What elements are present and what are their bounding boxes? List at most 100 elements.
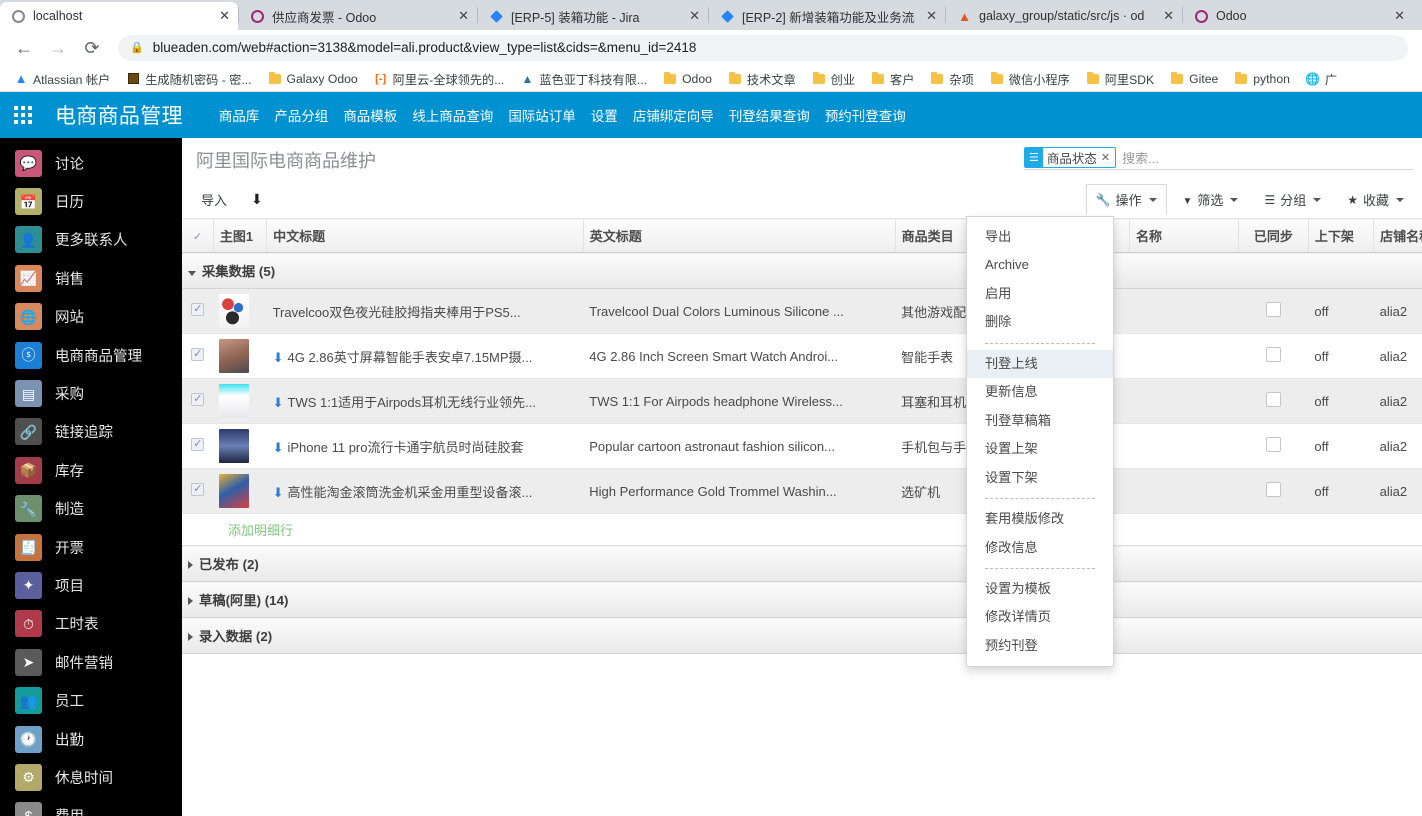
close-icon[interactable]: ✕ bbox=[1390, 9, 1405, 24]
bookmark-item[interactable]: 🌐 广 bbox=[1300, 68, 1343, 90]
bookmark-item[interactable]: Gitee bbox=[1164, 70, 1224, 88]
sidebar-item-timeoff[interactable]: ⚙ 休息时间 bbox=[0, 758, 182, 796]
download-icon[interactable]: ⬇ bbox=[273, 485, 284, 500]
sidebar-item-contacts[interactable]: 👤 更多联系人 bbox=[0, 221, 182, 259]
action-menu-item[interactable]: 预约刊登 bbox=[967, 632, 1113, 660]
search-view[interactable]: ☰ 商品状态 ✕ 搜索... bbox=[1024, 145, 1414, 170]
browser-tab[interactable]: 供应商发票 - Odoo ✕ bbox=[239, 2, 477, 30]
apps-grid-icon[interactable] bbox=[14, 106, 32, 124]
sidebar-item-invoicing[interactable]: 🧾 开票 bbox=[0, 528, 182, 566]
column-header[interactable]: 主图1 bbox=[213, 218, 268, 253]
download-icon[interactable]: ⬇ bbox=[273, 440, 284, 455]
table-row[interactable]: ⬇高性能淘金滚筒洗金机采金用重型设备滚... High Performance G… bbox=[182, 468, 1422, 514]
bookmark-item[interactable]: 杂项 bbox=[924, 68, 979, 90]
table-row[interactable]: ⬇4G 2.86英寸屏幕智能手表安卓7.15MP摄... 4G 2.86 Inch… bbox=[182, 333, 1422, 379]
action-menu-item[interactable]: 修改详情页 bbox=[967, 603, 1113, 631]
reload-button[interactable]: ⟳ bbox=[82, 39, 102, 57]
sidebar-item-link-tracker[interactable]: 🔗 链接追踪 bbox=[0, 413, 182, 451]
control-button-filter[interactable]: ▼ 筛选 bbox=[1173, 184, 1249, 215]
sidebar-item-project[interactable]: ✦ 项目 bbox=[0, 566, 182, 604]
synced-cell[interactable] bbox=[1238, 423, 1309, 469]
bookmark-item[interactable]: 客户 bbox=[865, 68, 920, 90]
column-header[interactable]: 上下架 bbox=[1308, 218, 1375, 253]
browser-tab[interactable]: [ERP-2] 新增装箱功能及业务流程 ✕ bbox=[709, 2, 945, 30]
sidebar-item-purchase[interactable]: ▤ 采购 bbox=[0, 374, 182, 412]
column-header[interactable]: 英文标题 bbox=[583, 218, 896, 253]
control-button-groupby[interactable]: ☰ 分组 bbox=[1254, 184, 1331, 215]
action-menu-item[interactable]: 删除 bbox=[967, 308, 1113, 336]
browser-tab[interactable]: Odoo ✕ bbox=[1183, 2, 1413, 30]
sidebar-item-website[interactable]: 🌐 网站 bbox=[0, 298, 182, 336]
navbar-menu-item[interactable]: 线上商品查询 bbox=[412, 105, 493, 125]
column-header[interactable]: 中文标题 bbox=[266, 218, 584, 253]
action-menu-item[interactable]: 设置上架 bbox=[967, 435, 1113, 463]
action-menu-item[interactable]: 设置为模板 bbox=[967, 575, 1113, 603]
action-menu-item[interactable]: 设置下架 bbox=[967, 464, 1113, 492]
row-checkbox[interactable] bbox=[191, 482, 205, 496]
download-icon[interactable]: ⬇ bbox=[251, 191, 263, 208]
browser-tab[interactable]: ▲ galaxy_group/static/src/js · od ✕ bbox=[946, 2, 1182, 30]
column-header[interactable]: 名称 bbox=[1129, 218, 1239, 253]
row-checkbox-cell[interactable] bbox=[182, 468, 214, 514]
browser-tab[interactable]: [ERP-5] 装箱功能 - Jira ✕ bbox=[478, 2, 708, 30]
synced-checkbox[interactable] bbox=[1265, 302, 1281, 317]
control-button-star[interactable]: ★ 收藏 bbox=[1337, 184, 1414, 215]
bookmark-item[interactable]: ▲ 蓝色亚丁科技有限... bbox=[514, 68, 653, 90]
table-row[interactable]: ⬇TWS 1:1适用于Airpods耳机无线行业领先... TWS 1:1 For… bbox=[182, 378, 1422, 424]
bookmark-item[interactable]: 微信小程序 bbox=[984, 68, 1076, 90]
sidebar-item-ecommerce[interactable]: ⓢ 电商商品管理 bbox=[0, 336, 182, 374]
group-row[interactable]: 草稿(阿里) (14) bbox=[182, 581, 1422, 618]
table-row[interactable]: Travelcoo双色夜光硅胶拇指夹棒用于PS5... Travelcool Du… bbox=[182, 288, 1422, 334]
back-button[interactable]: ← bbox=[14, 39, 34, 57]
sidebar-item-manufacturing[interactable]: 🔧 制造 bbox=[0, 490, 182, 528]
sidebar-item-timesheet[interactable]: ⏱ 工时表 bbox=[0, 605, 182, 643]
control-button-wrench[interactable]: 🔧 操作 bbox=[1085, 184, 1167, 215]
close-icon[interactable]: ✕ bbox=[215, 9, 230, 24]
synced-checkbox[interactable] bbox=[1265, 482, 1281, 497]
synced-checkbox[interactable] bbox=[1265, 392, 1281, 407]
bookmark-item[interactable]: 生成随机密码 - 密... bbox=[120, 68, 257, 90]
sidebar-item-sales[interactable]: 📈 销售 bbox=[0, 259, 182, 297]
select-all-header[interactable]: ✓ bbox=[182, 218, 214, 253]
forward-button[interactable]: → bbox=[48, 39, 68, 57]
synced-cell[interactable] bbox=[1238, 333, 1309, 379]
action-menu-item[interactable]: 修改信息 bbox=[967, 534, 1113, 562]
url-bar[interactable]: 🔒 blueaden.com/web#action=3138&model=ali… bbox=[118, 34, 1408, 61]
navbar-menu-item[interactable]: 国际站订单 bbox=[508, 105, 576, 125]
row-checkbox-cell[interactable] bbox=[182, 378, 214, 424]
action-menu-item[interactable]: 刊登上线 bbox=[967, 349, 1113, 379]
sidebar-item-email-marketing[interactable]: ➤ 邮件营销 bbox=[0, 643, 182, 681]
close-icon[interactable]: ✕ bbox=[922, 9, 937, 24]
download-icon[interactable]: ⬇ bbox=[273, 395, 284, 410]
bookmark-item[interactable]: [-] 阿里云-全球领先的... bbox=[368, 68, 511, 90]
navbar-menu-item[interactable]: 商品库 bbox=[219, 105, 260, 125]
navbar-menu-item[interactable]: 刊登结果查询 bbox=[729, 105, 810, 125]
add-line-link[interactable]: 添加明细行 bbox=[188, 523, 293, 538]
import-button[interactable]: 导入 bbox=[196, 187, 232, 212]
close-icon[interactable]: ✕ bbox=[685, 9, 700, 24]
navbar-menu-item[interactable]: 店铺绑定向导 bbox=[633, 105, 714, 125]
sidebar-item-calendar[interactable]: 📅 日历 bbox=[0, 182, 182, 220]
navbar-menu-item[interactable]: 预约刊登查询 bbox=[825, 105, 906, 125]
row-checkbox[interactable] bbox=[191, 437, 205, 451]
row-checkbox[interactable] bbox=[191, 392, 205, 406]
synced-cell[interactable] bbox=[1238, 468, 1309, 514]
bookmark-item[interactable]: 阿里SDK bbox=[1080, 68, 1160, 90]
bookmark-item[interactable]: Odoo bbox=[657, 70, 718, 88]
synced-checkbox[interactable] bbox=[1265, 437, 1281, 452]
bookmark-item[interactable]: python bbox=[1228, 70, 1296, 88]
sidebar-item-inventory[interactable]: 📦 库存 bbox=[0, 451, 182, 489]
column-header[interactable]: 已同步 bbox=[1238, 218, 1309, 253]
group-row[interactable]: 采集数据 (5) bbox=[182, 252, 1422, 289]
bookmark-item[interactable]: Galaxy Odoo bbox=[262, 70, 364, 88]
row-checkbox-cell[interactable] bbox=[182, 333, 214, 379]
bookmark-item[interactable]: ▲ Atlassian 帐户 bbox=[8, 68, 116, 90]
synced-cell[interactable] bbox=[1238, 378, 1309, 424]
table-row[interactable]: ⬇iPhone 11 pro流行卡通宇航员时尚硅胶套 Popular cartoo… bbox=[182, 423, 1422, 469]
bookmark-item[interactable]: 创业 bbox=[806, 68, 861, 90]
column-header[interactable]: 店铺名称 bbox=[1373, 218, 1422, 253]
group-row[interactable]: 录入数据 (2) bbox=[182, 617, 1422, 654]
sidebar-item-expenses[interactable]: $ 费用 bbox=[0, 797, 182, 816]
group-row[interactable]: 已发布 (2) bbox=[182, 545, 1422, 582]
synced-cell[interactable] bbox=[1238, 288, 1309, 334]
